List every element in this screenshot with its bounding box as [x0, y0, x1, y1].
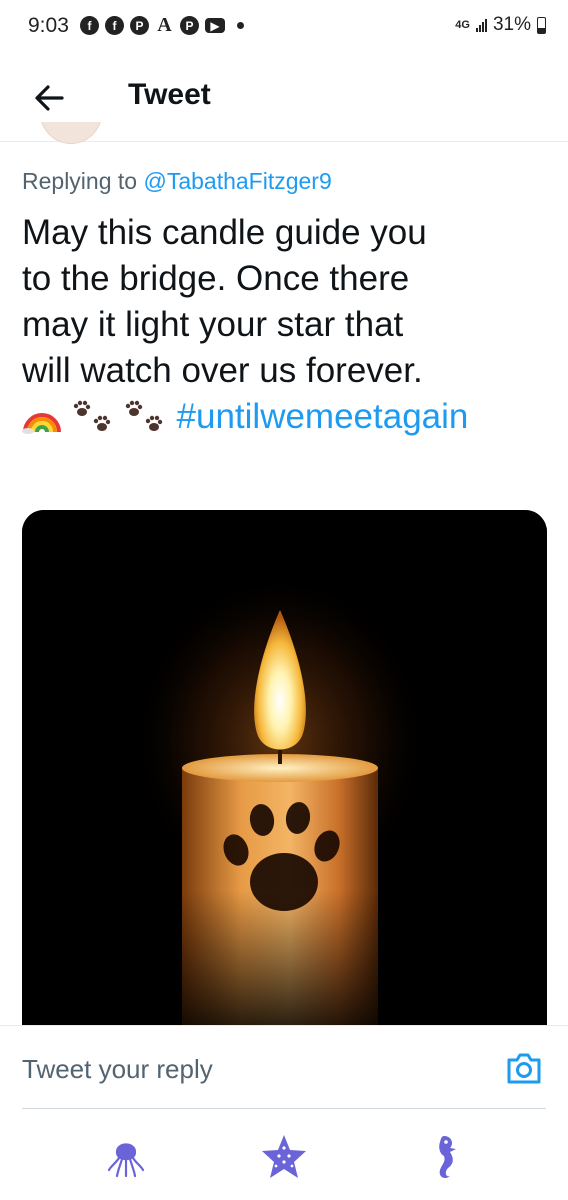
reply-input[interactable]	[22, 1054, 482, 1085]
battery-icon	[537, 16, 546, 34]
tweet-line: May this candle guide you	[22, 213, 427, 252]
rainbow-emoji-icon	[22, 398, 72, 436]
youtube-icon: ▶	[205, 18, 225, 33]
hashtag-link[interactable]: #untilwemeetagain	[177, 397, 469, 436]
pinterest-icon: P	[130, 16, 149, 35]
tweet-image[interactable]	[22, 510, 547, 1030]
paw-prints-emoji-icon	[72, 398, 124, 436]
network-type: 4G	[455, 19, 470, 31]
tweet-line: to the bridge. Once there	[22, 259, 410, 298]
tweet-line: may it light your star that	[22, 305, 404, 344]
candle-image	[22, 510, 547, 1030]
tweet-line: will watch over us forever.	[22, 351, 423, 390]
paw-prints-emoji-icon	[124, 398, 176, 436]
replying-label: Replying to	[22, 168, 138, 194]
facebook-icon: f	[80, 16, 99, 35]
bottom-navigation	[0, 1110, 568, 1200]
page-title: Tweet	[128, 78, 211, 111]
notification-icons: f f P A P ▶	[80, 14, 244, 36]
back-button[interactable]	[28, 76, 72, 120]
signal-icon	[475, 18, 487, 32]
camera-icon	[507, 1053, 541, 1084]
replying-to: Replying to @TabathaFitzger9	[22, 168, 332, 195]
octopus-icon[interactable]	[101, 1132, 151, 1182]
tweet-text: May this candle guide you to the bridge.…	[22, 210, 552, 440]
pinterest-icon: P	[180, 16, 199, 35]
star-icon[interactable]	[259, 1132, 309, 1182]
more-notifications-icon	[237, 22, 244, 29]
status-right: 4G 31%	[455, 14, 546, 36]
status-time: 9:03	[28, 14, 69, 37]
status-bar: 9:03 f f P A P ▶ 4G 31%	[0, 0, 568, 54]
facebook-icon: f	[105, 16, 124, 35]
avatar[interactable]	[40, 122, 102, 146]
tweet-last-line: #untilwemeetagain	[22, 394, 552, 440]
camera-button[interactable]	[504, 1048, 544, 1088]
reply-composer	[0, 1025, 568, 1109]
news-icon: A	[157, 14, 172, 36]
replying-handle-link[interactable]: @TabathaFitzger9	[143, 168, 331, 194]
seahorse-icon[interactable]	[420, 1132, 470, 1182]
reply-underline	[22, 1108, 546, 1109]
battery-percent: 31%	[492, 14, 531, 35]
arrow-left-icon	[35, 85, 64, 111]
